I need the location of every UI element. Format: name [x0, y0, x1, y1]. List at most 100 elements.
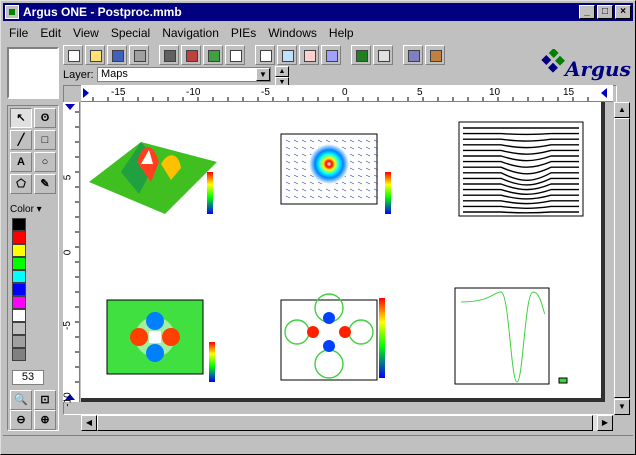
plugin-icon[interactable] — [403, 45, 423, 65]
hruler-label: -5 — [261, 87, 270, 98]
chevron-down-icon[interactable]: ▼ — [256, 68, 270, 81]
status-bar — [3, 435, 633, 453]
menu-help[interactable]: Help — [323, 26, 360, 40]
title-bar[interactable]: Argus ONE - Postproc.mmb _ □ × — [3, 3, 633, 21]
value-field[interactable]: 53 — [12, 370, 44, 385]
tool-palette: ↖ ʘ ╱ □ A ○ ⬠ ✎ Color ▾ 53 🔍 ⊡ ⊖ ⊕ — [7, 105, 59, 431]
scroll-down-icon[interactable]: ▼ — [614, 399, 630, 415]
horizontal-scrollbar[interactable]: ◀ ▶ — [81, 415, 613, 431]
hruler-label: -10 — [186, 87, 201, 98]
sheet-graphics — [89, 121, 584, 385]
zoom-in-icon[interactable]: ⊕ — [34, 410, 56, 430]
color-header[interactable]: Color ▾ — [10, 204, 42, 215]
profile-line-plot — [454, 287, 568, 385]
open-icon[interactable] — [85, 45, 105, 65]
vector-field-plot — [280, 133, 391, 214]
vruler-label: -10 — [62, 392, 74, 407]
menu-special[interactable]: Special — [105, 26, 156, 40]
close-button[interactable]: × — [615, 5, 631, 19]
calculator-icon[interactable] — [299, 45, 319, 65]
drawing-sheet[interactable] — [81, 102, 605, 402]
layer-select[interactable]: Maps ▼ — [97, 67, 271, 82]
text-tool-icon[interactable]: A — [10, 152, 32, 172]
preview-pane — [7, 47, 59, 99]
scroll-left-icon[interactable]: ◀ — [81, 415, 97, 431]
scroll-thumb[interactable] — [97, 415, 593, 431]
export-icon[interactable] — [425, 45, 445, 65]
lasso-tool-icon[interactable]: ʘ — [34, 108, 56, 128]
color-swatch[interactable] — [12, 283, 26, 296]
ellipse-tool-icon[interactable]: ○ — [34, 152, 56, 172]
hruler-label: 10 — [489, 87, 501, 98]
chart-icon[interactable] — [181, 45, 201, 65]
documents-icon[interactable] — [373, 45, 393, 65]
hruler-label: -15 — [111, 87, 126, 98]
menu-pies[interactable]: PIEs — [225, 26, 262, 40]
menu-file[interactable]: File — [3, 26, 34, 40]
books-icon[interactable] — [351, 45, 371, 65]
color-swatch[interactable] — [12, 309, 26, 322]
vertical-scrollbar[interactable]: ▲ ▼ — [614, 102, 630, 415]
zoom-fit-icon[interactable]: ⊡ — [34, 390, 56, 410]
app-window: Argus ONE - Postproc.mmb _ □ × File Edit… — [0, 0, 636, 455]
color-swatch[interactable] — [12, 335, 26, 348]
zoom-tool-icon[interactable]: 🔍 — [10, 390, 32, 410]
save-icon[interactable] — [107, 45, 127, 65]
layer-label: Layer: — [63, 69, 94, 81]
maximize-button[interactable]: □ — [597, 5, 613, 19]
vruler-marker-icon — [65, 104, 75, 110]
menu-view[interactable]: View — [67, 26, 105, 40]
surface-3d-plot — [89, 142, 217, 214]
app-icon[interactable] — [5, 5, 19, 19]
color-swatch[interactable] — [12, 244, 26, 257]
toolbar — [63, 45, 445, 67]
color-swatch[interactable] — [12, 257, 26, 270]
table-icon[interactable] — [255, 45, 275, 65]
pointer-tool-icon[interactable]: ↖ — [10, 108, 32, 128]
vruler-label: 0 — [62, 249, 74, 256]
logo-text: Argus — [565, 57, 631, 81]
layer-select-value: Maps — [101, 68, 128, 80]
hruler-label: 0 — [342, 87, 348, 98]
window-title: Argus ONE - Postproc.mmb — [23, 5, 182, 19]
scroll-right-icon[interactable]: ▶ — [597, 415, 613, 431]
new-icon[interactable] — [63, 45, 83, 65]
zoom-out-icon[interactable]: ⊖ — [10, 410, 32, 430]
binoculars-icon[interactable] — [159, 45, 179, 65]
ruler-marker-right-icon — [601, 88, 607, 98]
window-icon[interactable] — [277, 45, 297, 65]
menu-windows[interactable]: Windows — [262, 26, 323, 40]
hruler-label: 5 — [417, 87, 423, 98]
hruler-label: 15 — [563, 87, 575, 98]
color-swatch[interactable] — [12, 322, 26, 335]
menu-bar: File Edit View Special Navigation PIEs W… — [3, 23, 360, 42]
color-swatch[interactable] — [12, 296, 26, 309]
color-swatch[interactable] — [12, 270, 26, 283]
freeform-tool-icon[interactable]: ✎ — [34, 174, 56, 194]
vruler-label: 5 — [62, 174, 74, 181]
minimize-button[interactable]: _ — [579, 5, 595, 19]
mesh-icon[interactable] — [321, 45, 341, 65]
line-tool-icon[interactable]: ╱ — [10, 130, 32, 150]
grid-icon[interactable] — [225, 45, 245, 65]
print-icon[interactable] — [129, 45, 149, 65]
scroll-thumb[interactable] — [614, 118, 630, 398]
polygon-tool-icon[interactable]: ⬠ — [10, 174, 32, 194]
rectangle-tool-icon[interactable]: □ — [34, 130, 56, 150]
horizontal-ruler: -15 -10 -5 0 5 10 15 — [81, 85, 613, 102]
layers-icon[interactable] — [203, 45, 223, 65]
color-label: Color — [10, 204, 34, 215]
ruler-marker-left-icon — [83, 88, 89, 98]
color-swatch[interactable] — [12, 231, 26, 244]
menu-edit[interactable]: Edit — [34, 26, 67, 40]
vruler-label: -5 — [61, 321, 73, 330]
contour-fill-plot — [106, 299, 215, 382]
vertical-ruler: 5 0 -5 -10 — [61, 102, 80, 407]
scroll-up-icon[interactable]: ▲ — [614, 102, 630, 118]
color-swatch[interactable] — [12, 218, 26, 231]
color-swatch[interactable] — [12, 348, 26, 361]
menu-navigation[interactable]: Navigation — [156, 26, 225, 40]
layer-up-button[interactable]: ▲ — [275, 66, 289, 77]
line-profile-plot — [458, 121, 584, 217]
argus-logo: Argus — [541, 45, 633, 85]
